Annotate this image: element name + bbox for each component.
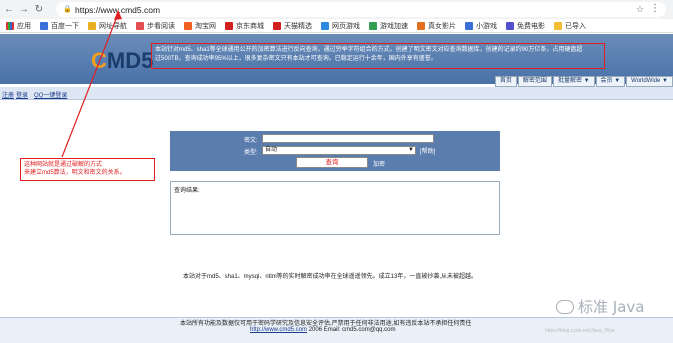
footer-disclaimer: 本站所有功能及数据仅可用于密码学研究及信息安全评估,严禁用于任何非法用途,如有违… <box>180 321 472 327</box>
site-notice: 本站针对md5、sha1等全球通用公开的加密算法进行反向查询，通过穷举字符组合的… <box>151 43 605 69</box>
apps-grid-icon <box>6 21 14 30</box>
bookmark-label: 游戏加速 <box>380 22 408 30</box>
bookmark-label: 已导入 <box>565 22 586 30</box>
login-bar: 注册 登录 QQ一键登录 <box>0 87 673 100</box>
bookmark-item[interactable]: 步看阅读 <box>136 21 175 31</box>
forward-icon[interactable]: → <box>18 4 30 16</box>
bookmark-item[interactable]: 淘宝网 <box>184 21 216 31</box>
footer-site-link[interactable]: http://www.cmd5.com <box>250 327 307 333</box>
cipher-input[interactable] <box>262 134 434 143</box>
bookmark-item[interactable]: 网页游戏 <box>321 21 360 31</box>
accelerator-icon <box>369 21 377 30</box>
movie-icon <box>417 21 425 30</box>
lock-icon[interactable]: 🔒 <box>63 6 72 14</box>
jd-icon <box>225 21 233 30</box>
reading-icon <box>136 21 144 30</box>
bookmark-item[interactable]: 小游戏 <box>465 21 497 31</box>
bookmark-item[interactable]: 免费电影 <box>506 21 545 31</box>
tmall-icon <box>273 21 281 30</box>
bookmark-label: 网页游戏 <box>332 22 360 30</box>
bookmark-label: 小游戏 <box>476 22 497 30</box>
notice-line-1: 本站针对md5、sha1等全球通用公开的加密算法进行反向查询，通过穷举字符组合的… <box>155 47 583 53</box>
help-link[interactable]: [帮助] <box>420 146 435 155</box>
type-select[interactable]: 自动 ▼ <box>262 146 416 155</box>
bookmark-label: 应用 <box>17 22 31 30</box>
encrypt-link[interactable]: 加密 <box>373 159 385 168</box>
site-description: 本站对于md5、sha1、mysql、ntlm等的实时解密成功率在全球遥遥领先。… <box>183 274 478 280</box>
bookmark-item[interactable]: 百度一下 <box>40 21 79 31</box>
query-button[interactable]: 查询 <box>296 157 368 168</box>
nav-worldwide[interactable]: WorldWide ▼ <box>626 76 673 87</box>
bookmarks-bar: 应用 百度一下 网址导航 步看阅读 淘宝网 京东商城 天猫精选 网页游戏 游戏加… <box>0 19 673 33</box>
result-label: 查询结果: <box>174 188 200 194</box>
bookmark-label: 百度一下 <box>51 22 79 30</box>
bookmark-label: 真女影片 <box>428 22 456 30</box>
baidu-icon <box>40 21 48 30</box>
dropdown-arrow-icon: ▼ <box>408 147 414 153</box>
site-logo[interactable]: CMD5 <box>91 48 153 74</box>
bookmark-label: 免费电影 <box>517 22 545 30</box>
bookmark-item[interactable]: 网址导航 <box>88 21 127 31</box>
result-box <box>170 181 500 235</box>
bookmark-label: 淘宝网 <box>195 22 216 30</box>
top-nav: 首页 解密范围 批量解密 ▼ 会员 ▼ WorldWide ▼ <box>0 76 673 87</box>
footer-year: 2006 <box>308 327 323 333</box>
url-text[interactable]: https://www.cmd5.com <box>75 5 160 15</box>
browser-toolbar: ← → ↻ 🔒 https://www.cmd5.com ☆ ⋮ <box>0 0 673 19</box>
reload-icon[interactable]: ↻ <box>33 4 45 16</box>
register-link[interactable]: 注册 <box>2 90 14 99</box>
address-bar[interactable]: 🔒 https://www.cmd5.com ☆ ⋮ <box>56 2 666 17</box>
wechat-icon <box>556 299 574 314</box>
bookmark-star-icon[interactable]: ☆ <box>636 4 644 15</box>
bookmark-item[interactable]: 游戏加速 <box>369 21 408 31</box>
type-label: 类型: <box>244 150 258 156</box>
bookmark-item[interactable]: 京东商城 <box>225 21 264 31</box>
nav-member[interactable]: 会员 ▼ <box>595 76 626 87</box>
bookmark-label: 京东商城 <box>236 22 264 30</box>
browser-menu-icon[interactable]: ⋮ <box>650 3 660 14</box>
type-value: 自动 <box>265 147 278 153</box>
watermark: 标准 Java <box>556 296 644 317</box>
nav-decrypt-range[interactable]: 解密范围 <box>517 76 552 87</box>
csdn-watermark: https://blog.csdn.net/Java_Hiya <box>545 328 615 334</box>
folder-icon <box>554 21 562 30</box>
bookmark-item[interactable]: 天猫精选 <box>273 21 312 31</box>
taobao-icon <box>184 21 192 30</box>
footer-contact: http://www.cmd5.com 2006 Email: cmd5.com… <box>250 327 396 333</box>
bookmark-label: 步看阅读 <box>147 22 175 30</box>
watermark-brand: 标准 Java <box>578 298 645 316</box>
minigame-icon <box>465 21 473 30</box>
bookmark-item[interactable]: 真女影片 <box>417 21 456 31</box>
bookmark-item[interactable]: 已导入 <box>554 21 586 31</box>
nav-site-icon <box>88 21 96 30</box>
login-link[interactable]: 登录 <box>16 90 28 99</box>
annotation-line-2: 来建立md5算法，明文和密文的关系。 <box>24 170 126 176</box>
cipher-label: 密文: <box>244 138 258 144</box>
footer-email: Email: cmd5.com@qq.com <box>323 327 396 333</box>
back-icon[interactable]: ← <box>3 4 15 16</box>
nav-home[interactable]: 首页 <box>494 76 517 87</box>
qq-login-link[interactable]: QQ一键登录 <box>34 90 67 99</box>
notice-line-2: 过500TB，查询成功率95%以上，很多复杂密文只有本站才可查询。已稳定运行十余… <box>155 56 437 62</box>
logo-rest: MD5 <box>106 48 154 73</box>
annotation-line-1: 这种网站就是通过破解的方式 <box>24 162 103 168</box>
nav-batch-decrypt[interactable]: 批量解密 ▼ <box>552 76 595 87</box>
game-icon <box>321 21 329 30</box>
bookmark-apps[interactable]: 应用 <box>6 21 31 31</box>
free-movie-icon <box>506 21 514 30</box>
logo-c: C <box>91 48 107 73</box>
bookmark-label: 网址导航 <box>99 22 127 30</box>
bookmark-label: 天猫精选 <box>284 22 312 30</box>
annotation-box: 这种网站就是通过破解的方式 来建立md5算法，明文和密文的关系。 <box>20 158 155 181</box>
